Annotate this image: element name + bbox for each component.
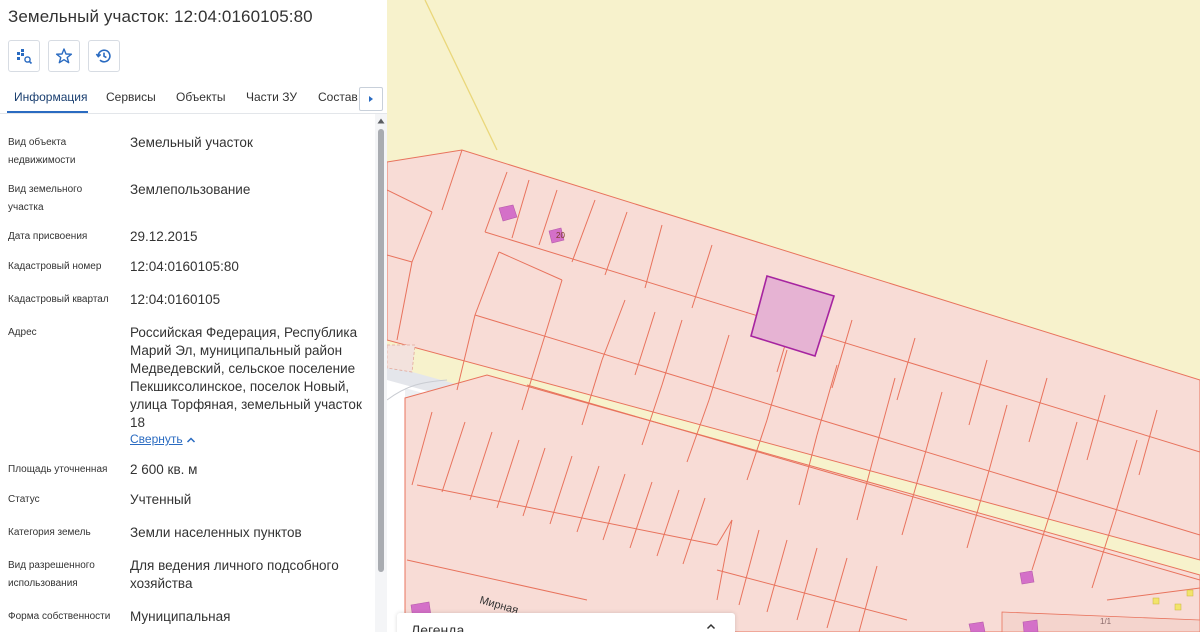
attribute-label: Вид разрешенного использования [8, 560, 95, 589]
tab-objects[interactable]: Объекты [176, 90, 226, 104]
scroll-thumb[interactable] [378, 129, 384, 572]
active-tab-indicator [7, 111, 88, 113]
attribute-value: Земли населенных пунктов [130, 525, 302, 540]
attribute-label: Вид земельного участка [8, 184, 83, 213]
object-search-icon [17, 49, 33, 65]
map-canvas[interactable]: 20 1/1 Мирная [387, 0, 1200, 632]
attribute-value: 29.12.2015 [130, 229, 198, 244]
chevron-up-icon[interactable] [706, 623, 716, 630]
info-panel: Земельный участок: 12:04:0160105:80 Инфо… [0, 0, 387, 632]
tab-bar: Информация Сервисы Объекты Части ЗУ Сост… [0, 84, 387, 114]
attribute-label: Вид объекта недвижимости [8, 137, 76, 166]
parcel-number-label: 20 [556, 231, 565, 240]
cadastral-map[interactable]: 20 1/1 Мирная [387, 0, 1200, 632]
parcel-number-label: 1/1 [1100, 617, 1112, 626]
tab-information[interactable]: Информация [14, 90, 87, 104]
history-icon [95, 49, 111, 63]
attribute-value: 2 600 кв. м [130, 462, 198, 477]
attribute-label: Площадь уточненная [8, 464, 108, 475]
attribute-list: Вид объекта недвижимости Земельный участ… [0, 114, 375, 632]
legend-panel[interactable]: Легенда [397, 613, 735, 632]
attribute-value: 12:04:0160105:80 [130, 259, 239, 274]
tabs-scroll-right-button[interactable] [359, 87, 383, 111]
attribute-label: Категория земель [8, 527, 91, 538]
legend-title: Легенда [411, 622, 465, 632]
attribute-label: Адрес [8, 327, 37, 338]
attribute-value: 12:04:0160105 [130, 292, 221, 307]
attribute-value: Для ведения личного подсобного хозяйства [130, 558, 339, 591]
attribute-value: Учтенный [130, 492, 192, 507]
chevron-up-icon[interactable] [186, 436, 196, 444]
chevron-right-icon [369, 96, 373, 102]
tab-services[interactable]: Сервисы [106, 90, 156, 104]
collapse-address-link[interactable]: Свернуть [130, 432, 183, 446]
info-scrollbar[interactable] [375, 114, 387, 632]
history-button[interactable] [88, 40, 120, 72]
scroll-up-icon[interactable] [377, 118, 385, 124]
address-value: Российская Федерация, Республика Марий Э… [130, 325, 362, 430]
star-icon [55, 48, 73, 64]
tab-parcel-parts[interactable]: Части ЗУ [246, 90, 297, 104]
attribute-label: Форма собственности [8, 611, 111, 622]
attribute-value: Землепользование [130, 182, 251, 197]
favorite-button[interactable] [48, 40, 80, 72]
tab-composition[interactable]: Состав [318, 90, 358, 104]
find-on-map-button[interactable] [8, 40, 40, 72]
attribute-label: Кадастровый квартал [8, 294, 109, 305]
attribute-value: Земельный участок [130, 135, 253, 150]
attribute-label: Дата присвоения [8, 231, 88, 242]
attribute-value: Муниципальная [130, 609, 231, 624]
attribute-label: Кадастровый номер [8, 261, 102, 272]
attribute-label: Статус [8, 494, 40, 505]
page-title: Земельный участок: 12:04:0160105:80 [8, 7, 313, 26]
